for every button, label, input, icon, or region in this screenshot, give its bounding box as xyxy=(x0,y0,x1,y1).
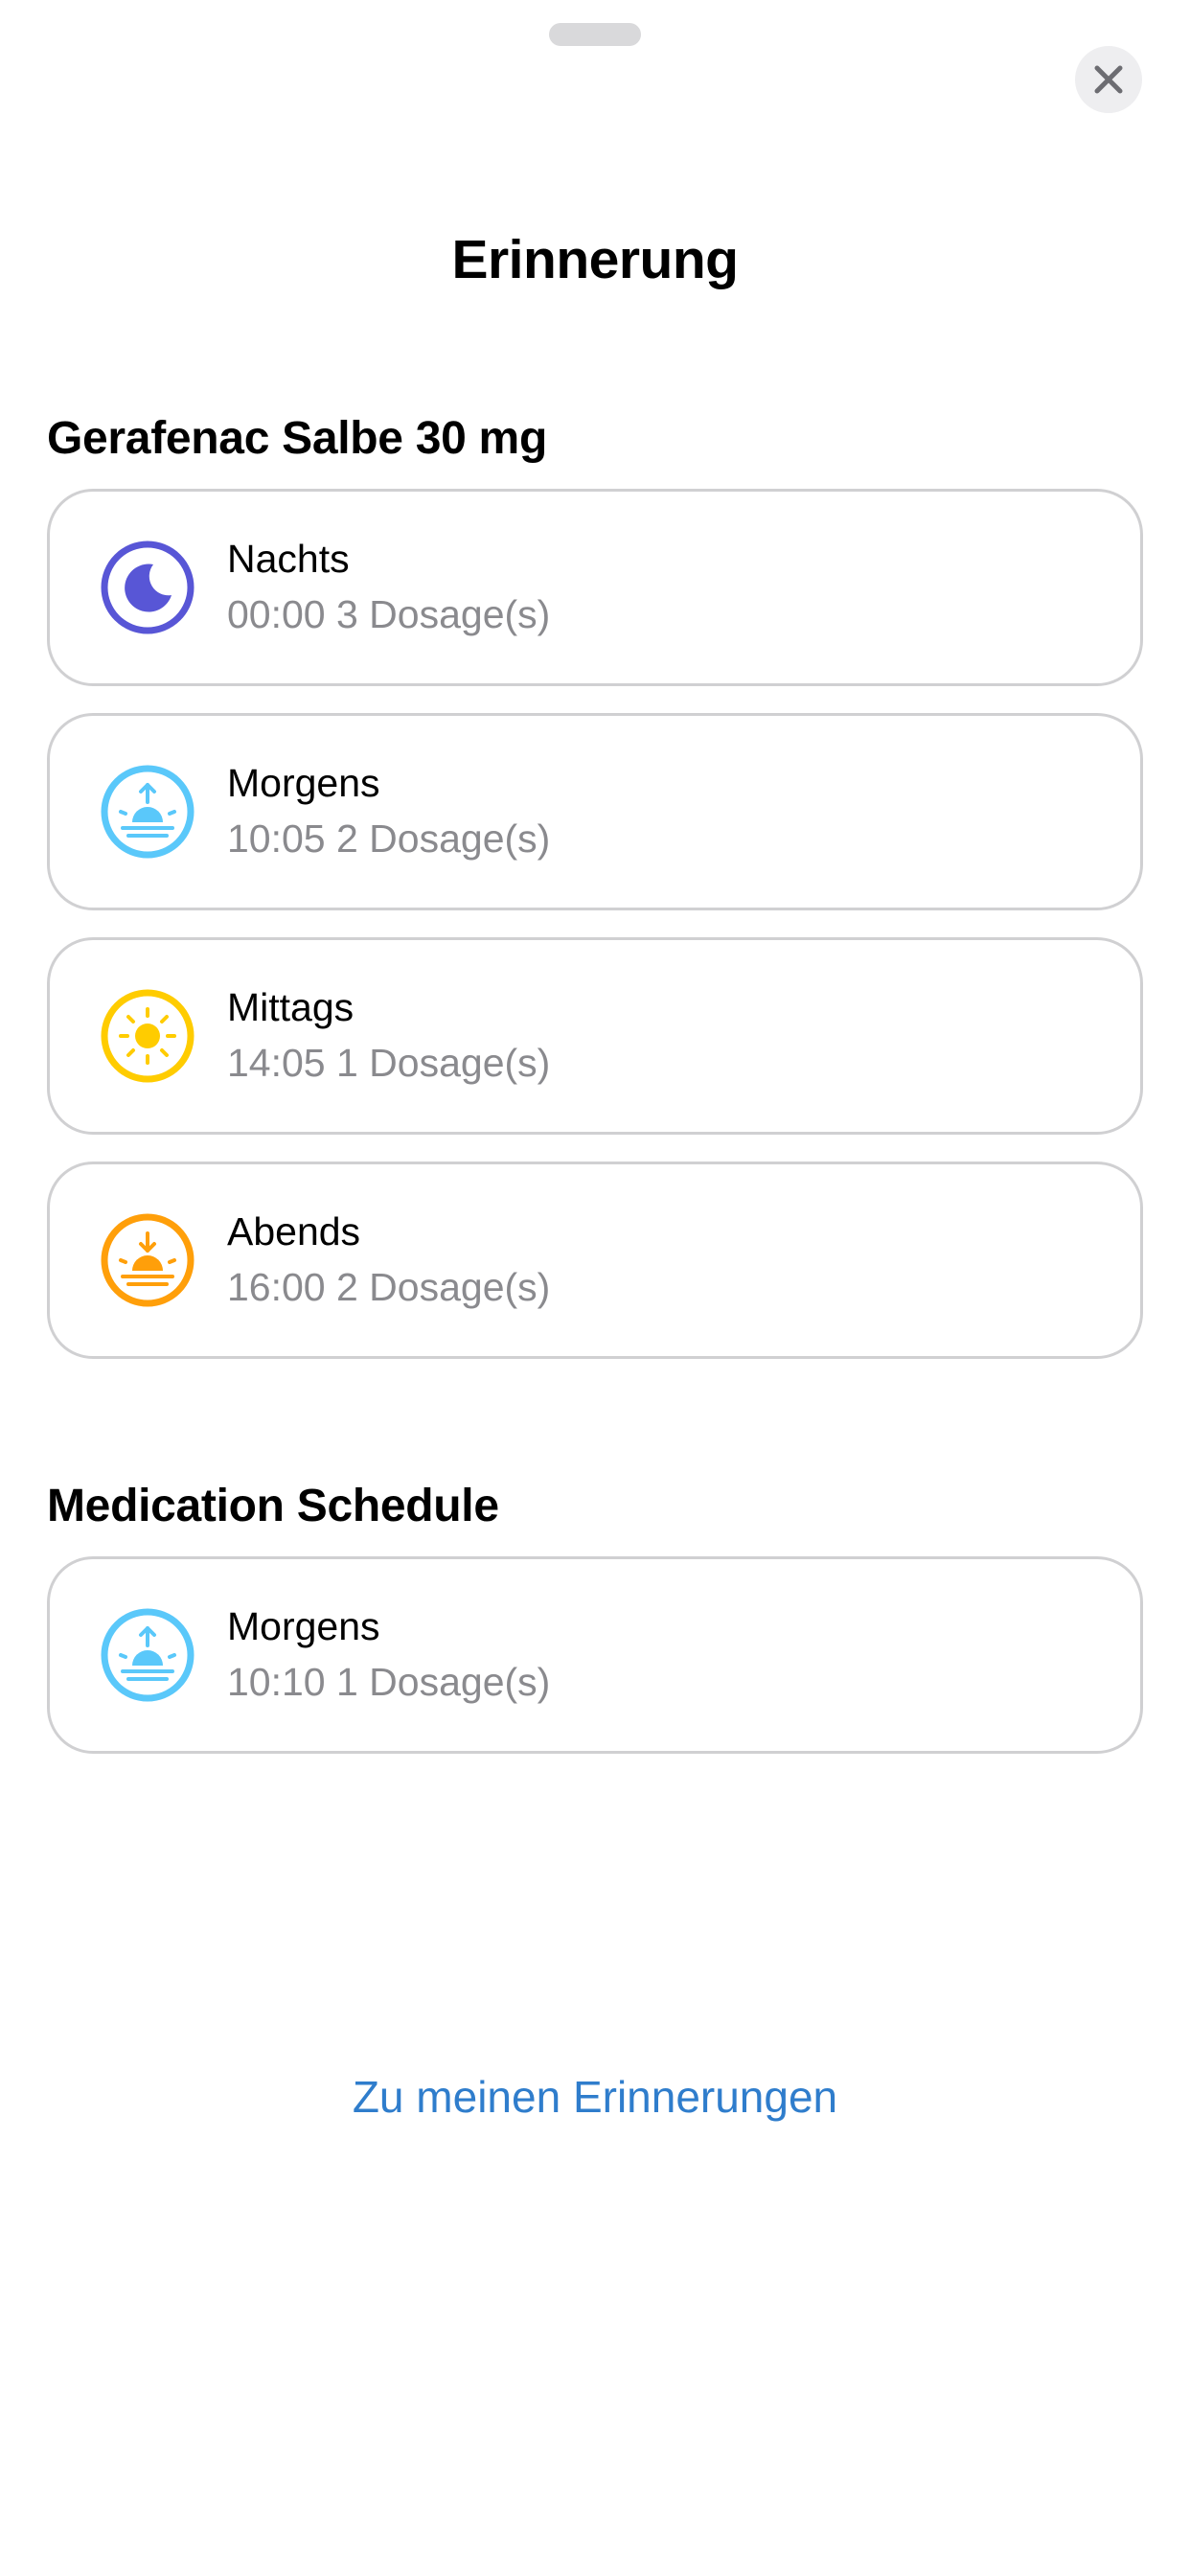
reminder-detail: 10:10 1 Dosage(s) xyxy=(227,1660,551,1704)
reminder-card-morgens-schedule[interactable]: Morgens 10:10 1 Dosage(s) xyxy=(47,1556,1143,1754)
reminder-card-mittags[interactable]: Mittags 14:05 1 Dosage(s) xyxy=(47,937,1143,1135)
close-icon xyxy=(1092,63,1125,96)
reminder-label: Morgens xyxy=(227,1604,380,1648)
reminder-detail: 00:00 3 Dosage(s) xyxy=(227,592,551,636)
reminder-label: Mittags xyxy=(227,985,355,1029)
my-reminders-link[interactable]: Zu meinen Erinnerungen xyxy=(0,2068,1190,2126)
reminder-label: Abends xyxy=(227,1209,361,1254)
moon-icon xyxy=(100,540,195,635)
close-button[interactable] xyxy=(1075,46,1142,113)
section-title-medication: Gerafenac Salbe 30 mg xyxy=(47,413,547,464)
sunrise-icon xyxy=(100,764,195,860)
reminder-detail: 10:05 2 Dosage(s) xyxy=(227,816,551,861)
sunset-icon xyxy=(100,1212,195,1308)
reminder-label: Nachts xyxy=(227,537,350,581)
page-title: Erinnerung xyxy=(451,229,739,290)
reminder-detail: 14:05 1 Dosage(s) xyxy=(227,1041,551,1085)
reminder-card-morgens[interactable]: Morgens 10:05 2 Dosage(s) xyxy=(47,713,1143,910)
sunrise-icon xyxy=(100,1607,195,1703)
reminder-sheet: Erinnerung Gerafenac Salbe 30 mg Nachts … xyxy=(0,0,1190,2576)
reminder-card-abends[interactable]: Abends 16:00 2 Dosage(s) xyxy=(47,1162,1143,1359)
section-title-schedule: Medication Schedule xyxy=(47,1481,499,1531)
sheet-grabber[interactable] xyxy=(549,23,641,46)
reminder-label: Morgens xyxy=(227,761,380,805)
reminder-card-nachts[interactable]: Nachts 00:00 3 Dosage(s) xyxy=(47,489,1143,686)
sun-icon xyxy=(100,988,195,1084)
reminder-detail: 16:00 2 Dosage(s) xyxy=(227,1265,551,1309)
